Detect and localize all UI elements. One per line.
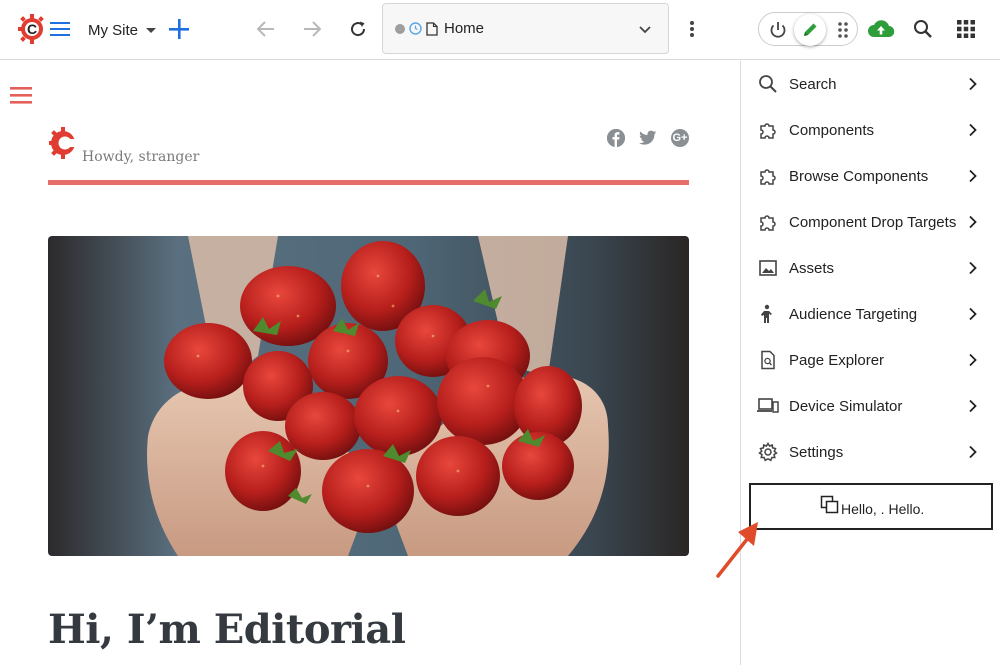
refresh-icon[interactable] (346, 17, 370, 41)
caret-down-icon (146, 27, 157, 33)
chevron-right-icon (969, 77, 977, 91)
edit-mode-group (758, 12, 858, 46)
hello-plugin-button[interactable]: Hello, . Hello. (749, 483, 993, 530)
drag-handle-icon[interactable] (831, 18, 855, 42)
greeting-text: Howdy, stranger (82, 149, 200, 165)
address-bar[interactable]: Home (382, 3, 669, 54)
annotation-arrow-icon (716, 522, 758, 578)
panel-item-settings[interactable]: Settings (741, 429, 1000, 475)
panel-item-components[interactable]: Components (741, 107, 1000, 153)
chevron-right-icon (969, 215, 977, 229)
chevron-right-icon (969, 169, 977, 183)
facebook-icon[interactable] (607, 129, 625, 147)
panel-item-label: Component Drop Targets (789, 213, 957, 231)
chevron-down-icon[interactable] (638, 22, 652, 36)
panel-item-page-explorer[interactable]: Page Explorer (741, 337, 1000, 383)
panel-item-audience-targeting[interactable]: Audience Targeting (741, 291, 1000, 337)
chevron-right-icon (969, 445, 977, 459)
panel-item-device-simulator[interactable]: Device Simulator (741, 383, 1000, 429)
more-options-icon[interactable] (680, 17, 704, 41)
panel-item-label: Page Explorer (789, 351, 885, 369)
copy-icon (820, 495, 839, 514)
hero-image (48, 236, 689, 556)
google-plus-icon[interactable]: G+ (671, 129, 689, 147)
menu-icon[interactable] (48, 17, 72, 41)
svg-text:C: C (27, 21, 37, 37)
panel-item-label: Audience Targeting (789, 305, 918, 323)
status-dot-icon (395, 23, 405, 34)
chevron-right-icon (969, 353, 977, 367)
panel-item-assets[interactable]: Assets (741, 245, 1000, 291)
forward-arrow-icon[interactable] (300, 17, 324, 41)
chevron-right-icon (969, 399, 977, 413)
puzzle-icon (757, 119, 779, 141)
twitter-icon[interactable] (639, 129, 657, 147)
image-icon (757, 257, 779, 279)
site-switcher[interactable]: My Site (88, 19, 157, 41)
panel-item-label: Settings (789, 443, 844, 461)
puzzle-icon (757, 211, 779, 233)
site-name: My Site (88, 21, 139, 39)
gear-icon (757, 441, 779, 463)
add-icon[interactable] (166, 16, 192, 42)
page-search-icon (757, 349, 779, 371)
crafter-logo[interactable]: C (18, 14, 46, 44)
post-title: Hi, I’m Editorial (48, 606, 406, 653)
panel-item-browse-components[interactable]: Browse Components (741, 153, 1000, 199)
site-preview: Howdy, stranger G+ Hi, I’m Editorial (0, 61, 740, 665)
search-icon (757, 73, 779, 95)
panel-item-search[interactable]: Search (741, 61, 1000, 107)
address-label: Home (444, 20, 485, 37)
scheduled-clock-icon (409, 22, 422, 35)
panel-item-label: Assets (789, 259, 835, 277)
panel-item-label: Components (789, 121, 875, 139)
power-icon[interactable] (765, 17, 791, 43)
page-icon (426, 21, 438, 36)
chevron-right-icon (969, 123, 977, 137)
panel-item-label: Device Simulator (789, 397, 903, 415)
chevron-right-icon (969, 261, 977, 275)
google-plus-label: G+ (672, 132, 688, 144)
cloud-upload-icon[interactable] (867, 15, 895, 43)
back-arrow-icon[interactable] (254, 17, 278, 41)
header-divider (48, 180, 689, 185)
person-icon (757, 303, 779, 325)
social-links: G+ (607, 129, 689, 147)
site-logo[interactable] (48, 125, 78, 161)
chevron-right-icon (969, 307, 977, 321)
puzzle-icon (757, 165, 779, 187)
search-icon[interactable] (911, 17, 935, 41)
tools-panel: Search Components Browse Components Comp… (740, 61, 1000, 665)
panel-item-label: Search (789, 75, 837, 93)
site-menu-icon[interactable] (10, 85, 34, 107)
toolbar: C My Site Home (0, 0, 1000, 60)
apps-grid-icon[interactable] (954, 17, 978, 41)
devices-icon (757, 395, 779, 417)
hello-text: Hello, . Hello. (841, 501, 925, 517)
site-header: Howdy, stranger G+ (48, 125, 689, 187)
pencil-icon[interactable] (794, 14, 826, 46)
panel-item-label: Browse Components (789, 167, 929, 185)
panel-item-component-drop-targets[interactable]: Component Drop Targets (741, 199, 1000, 245)
